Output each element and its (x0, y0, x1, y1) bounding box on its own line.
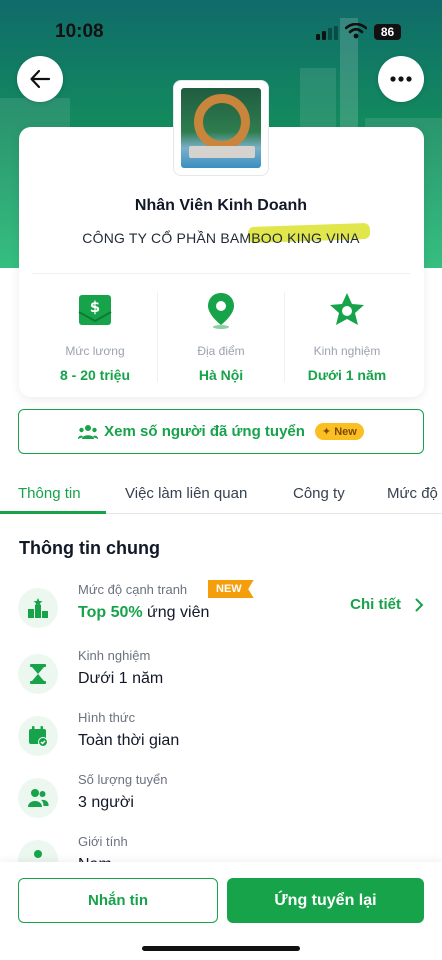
salary-info: $ Mức lương 8 - 20 triệu (30, 288, 160, 383)
experience-value: Dưới 1 năm (78, 670, 164, 687)
tab-info[interactable]: Thông tin (18, 485, 81, 502)
people-icon (28, 789, 49, 807)
view-applicants-label: Xem số người đã ứng tuyển (104, 423, 305, 440)
competition-rank: Top 50% (78, 604, 143, 621)
view-applicants-button[interactable]: Xem số người đã ứng tuyển ✦ New (18, 409, 424, 454)
experience-label: Kinh nghiệm (313, 344, 381, 358)
reapply-button[interactable]: Ứng tuyển lại (227, 878, 424, 923)
location-info: Địa điểm Hà Nội (156, 288, 286, 383)
tab-bar: Thông tin Việc làm liên quan Công ty Mức… (0, 476, 442, 514)
headcount-value: 3 người (78, 794, 134, 811)
hourglass-icon (30, 664, 46, 684)
competition-value: Top 50% ứng viên (78, 604, 209, 622)
salary-label: Mức lương (65, 344, 125, 358)
location-pin-icon (208, 293, 234, 329)
tab-level[interactable]: Mức độ (387, 485, 438, 502)
status-time: 10:08 (55, 21, 104, 42)
wifi-icon (345, 23, 367, 39)
company-logo[interactable] (173, 80, 269, 176)
signal-icon (316, 26, 338, 40)
experience-label: Kinh nghiệm (78, 648, 151, 663)
more-dots-icon (390, 76, 412, 82)
work-type-row: Hình thức Toàn thời gian (18, 710, 424, 756)
detail-link-label: Chi tiết (350, 596, 401, 613)
group-icon (78, 424, 99, 439)
headcount-label: Số lượng tuyển (78, 772, 168, 787)
arrow-left-icon (30, 69, 51, 89)
competition-row: Mức độ cạnh tranh NEW Top 50% ứng viên C… (18, 580, 424, 628)
work-type-value: Toàn thời gian (78, 732, 180, 749)
active-tab-indicator (0, 511, 106, 514)
battery-indicator: 86 (374, 24, 401, 40)
location-value: Hà Nội (198, 367, 244, 383)
divider (32, 273, 410, 274)
star-badge-icon (330, 293, 364, 325)
headcount-row: Số lượng tuyển 3 người (18, 772, 424, 818)
more-options-button[interactable] (378, 56, 424, 102)
message-button[interactable]: Nhắn tin (18, 878, 218, 923)
status-bar: 10:08 86 (0, 0, 442, 60)
job-title: Nhân Viên Kinh Doanh (134, 197, 308, 214)
podium-icon (28, 598, 48, 618)
experience-value: Dưới 1 năm (307, 367, 387, 383)
experience-info: Kinh nghiệm Dưới 1 năm (282, 288, 412, 383)
svg-text:$: $ (90, 298, 100, 316)
salary-value: 8 - 20 triệu (59, 367, 131, 383)
competition-label: Mức độ cạnh tranh (78, 582, 188, 597)
home-indicator[interactable] (142, 946, 300, 951)
calendar-icon (29, 726, 48, 747)
work-type-label: Hình thức (78, 710, 136, 725)
competition-detail-link[interactable]: Chi tiết (350, 596, 424, 613)
experience-row: Kinh nghiệm Dưới 1 năm (18, 648, 424, 694)
money-envelope-icon: $ (78, 295, 112, 325)
chevron-right-icon (415, 598, 424, 611)
tab-company[interactable]: Công ty (293, 485, 345, 502)
gender-label: Giới tính (78, 834, 128, 849)
bottom-action-bar: Nhắn tin Ứng tuyển lại (0, 862, 442, 960)
back-button[interactable] (17, 56, 63, 102)
tab-related-jobs[interactable]: Việc làm liên quan (125, 485, 247, 502)
section-title: Thông tin chung (19, 538, 160, 558)
new-tag: NEW (208, 580, 254, 598)
company-name[interactable]: CÔNG TY CỔ PHẦN BAMBOO KING VINA (0, 230, 442, 246)
competition-rank-suffix: ứng viên (142, 604, 210, 621)
new-badge: ✦ New (314, 423, 364, 440)
location-label: Địa điểm (197, 344, 245, 358)
